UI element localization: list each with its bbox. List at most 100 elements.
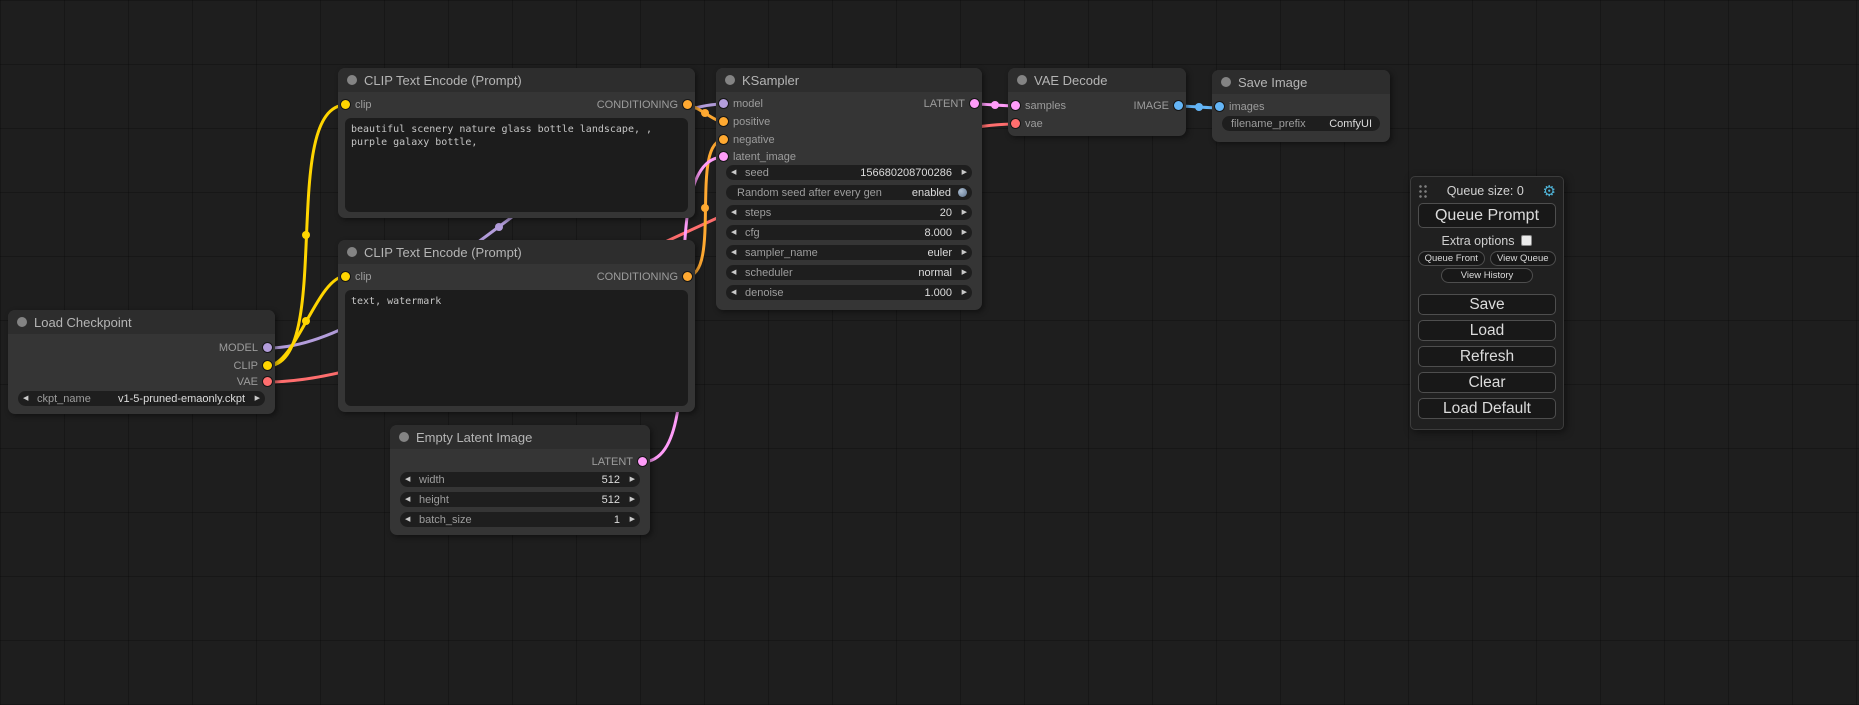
settings-gear-icon[interactable]: ⚙ — [1543, 184, 1556, 199]
prev-arrow-icon[interactable]: ◀ — [731, 285, 743, 300]
prev-arrow-icon[interactable]: ◀ — [23, 391, 35, 406]
link-positive-midpoint-dot — [701, 109, 709, 117]
widget-label: height — [419, 494, 449, 506]
load-default-button[interactable]: Load Default — [1418, 398, 1556, 419]
link-clip-negative-midpoint-dot — [302, 317, 310, 325]
node-load-checkpoint[interactable]: Load Checkpoint MODEL CLIP VAE ◀ ckpt_na… — [8, 310, 275, 414]
input-slot-vae[interactable] — [1011, 119, 1020, 128]
ckpt-name-widget[interactable]: ◀ ckpt_name v1-5-pruned-emaonly.ckpt ▶ — [18, 391, 265, 406]
output-slot-image[interactable] — [1174, 101, 1183, 110]
prev-arrow-icon[interactable]: ◀ — [731, 165, 743, 180]
input-slot-negative[interactable] — [719, 135, 728, 144]
collapse-dot-icon[interactable] — [1017, 75, 1027, 85]
height-widget[interactable]: ◀ height 512 ▶ — [400, 492, 640, 507]
random-seed-toggle-widget[interactable]: Random seed after every gen enabled — [726, 185, 972, 200]
node-clip-text-encode-negative[interactable]: CLIP Text Encode (Prompt) clip CONDITION… — [338, 240, 695, 412]
menu-header: Queue size: 0 ⚙ — [1418, 182, 1556, 200]
input-slot-positive[interactable] — [719, 117, 728, 126]
prompt-textarea[interactable]: beautiful scenery nature glass bottle la… — [345, 118, 688, 212]
collapse-dot-icon[interactable] — [347, 75, 357, 85]
next-arrow-icon[interactable]: ▶ — [248, 391, 260, 406]
input-slot-model[interactable] — [719, 99, 728, 108]
prev-arrow-icon[interactable]: ◀ — [731, 265, 743, 280]
collapse-dot-icon[interactable] — [399, 432, 409, 442]
clear-button[interactable]: Clear — [1418, 372, 1556, 393]
node-ksampler[interactable]: KSampler model positive negative latent_… — [716, 68, 982, 310]
next-arrow-icon[interactable]: ▶ — [623, 512, 635, 527]
widget-value: 20 — [940, 207, 952, 219]
steps-widget[interactable]: ◀ steps 20 ▶ — [726, 205, 972, 220]
refresh-button[interactable]: Refresh — [1418, 346, 1556, 367]
view-queue-button[interactable]: View Queue — [1490, 251, 1557, 266]
node-titlebar[interactable]: VAE Decode — [1008, 68, 1186, 92]
output-slot-model[interactable] — [263, 343, 272, 352]
node-empty-latent-image[interactable]: Empty Latent Image LATENT ◀ width 512 ▶ … — [390, 425, 650, 535]
node-clip-text-encode-positive[interactable]: CLIP Text Encode (Prompt) clip CONDITION… — [338, 68, 695, 218]
output-slot-conditioning[interactable] — [683, 272, 692, 281]
node-vae-decode[interactable]: VAE Decode samples vae IMAGE — [1008, 68, 1186, 136]
node-title: CLIP Text Encode (Prompt) — [364, 245, 522, 260]
node-titlebar[interactable]: Empty Latent Image — [390, 425, 650, 449]
node-titlebar[interactable]: CLIP Text Encode (Prompt) — [338, 240, 695, 264]
node-titlebar[interactable]: CLIP Text Encode (Prompt) — [338, 68, 695, 92]
node-titlebar[interactable]: Load Checkpoint — [8, 310, 275, 334]
next-arrow-icon[interactable]: ▶ — [955, 265, 967, 280]
node-titlebar[interactable]: KSampler — [716, 68, 982, 92]
input-slot-images[interactable] — [1215, 102, 1224, 111]
width-widget[interactable]: ◀ width 512 ▶ — [400, 472, 640, 487]
collapse-dot-icon[interactable] — [725, 75, 735, 85]
collapse-dot-icon[interactable] — [1221, 77, 1231, 87]
denoise-widget[interactable]: ◀ denoise 1.000 ▶ — [726, 285, 972, 300]
view-history-button[interactable]: View History — [1441, 268, 1533, 283]
node-titlebar[interactable]: Save Image — [1212, 70, 1390, 94]
seed-widget[interactable]: ◀ seed 156680208700286 ▶ — [726, 165, 972, 180]
save-button[interactable]: Save — [1418, 294, 1556, 315]
input-slot-clip[interactable] — [341, 100, 350, 109]
output-label-clip: CLIP — [234, 359, 258, 373]
next-arrow-icon[interactable]: ▶ — [955, 165, 967, 180]
next-arrow-icon[interactable]: ▶ — [623, 492, 635, 507]
output-slot-vae[interactable] — [263, 377, 272, 386]
load-button[interactable]: Load — [1418, 320, 1556, 341]
widget-label: denoise — [745, 287, 784, 299]
toggle-indicator-icon[interactable] — [958, 188, 967, 197]
batch-size-widget[interactable]: ◀ batch_size 1 ▶ — [400, 512, 640, 527]
input-slot-latent-image[interactable] — [719, 152, 728, 161]
cfg-widget[interactable]: ◀ cfg 8.000 ▶ — [726, 225, 972, 240]
extra-options-checkbox[interactable] — [1521, 235, 1532, 246]
queue-front-button[interactable]: Queue Front — [1418, 251, 1485, 266]
prev-arrow-icon[interactable]: ◀ — [405, 492, 417, 507]
drag-handle[interactable] — [1418, 184, 1428, 198]
widget-label: cfg — [745, 227, 760, 239]
next-arrow-icon[interactable]: ▶ — [955, 285, 967, 300]
input-label-clip: clip — [355, 98, 372, 112]
comfy-menu-panel: Queue size: 0 ⚙ Queue Prompt Extra optio… — [1410, 176, 1564, 430]
prev-arrow-icon[interactable]: ◀ — [405, 472, 417, 487]
node-save-image[interactable]: Save Image images filename_prefix ComfyU… — [1212, 70, 1390, 142]
queue-prompt-button[interactable]: Queue Prompt — [1418, 203, 1556, 228]
output-slot-clip[interactable] — [263, 361, 272, 370]
prev-arrow-icon[interactable]: ◀ — [731, 245, 743, 260]
next-arrow-icon[interactable]: ▶ — [955, 225, 967, 240]
collapse-dot-icon[interactable] — [17, 317, 27, 327]
next-arrow-icon[interactable]: ▶ — [955, 205, 967, 220]
sampler-name-widget[interactable]: ◀ sampler_name euler ▶ — [726, 245, 972, 260]
input-slot-clip[interactable] — [341, 272, 350, 281]
output-slot-latent[interactable] — [638, 457, 647, 466]
next-arrow-icon[interactable]: ▶ — [955, 245, 967, 260]
scheduler-widget[interactable]: ◀ scheduler normal ▶ — [726, 265, 972, 280]
prev-arrow-icon[interactable]: ◀ — [731, 225, 743, 240]
input-slot-samples[interactable] — [1011, 101, 1020, 110]
prev-arrow-icon[interactable]: ◀ — [731, 205, 743, 220]
graph-canvas[interactable]: Load Checkpoint MODEL CLIP VAE ◀ ckpt_na… — [0, 0, 1859, 705]
filename-prefix-widget[interactable]: filename_prefix ComfyUI — [1222, 116, 1380, 131]
widget-label: steps — [745, 207, 771, 219]
prev-arrow-icon[interactable]: ◀ — [405, 512, 417, 527]
next-arrow-icon[interactable]: ▶ — [623, 472, 635, 487]
widget-label: ckpt_name — [37, 393, 91, 405]
output-slot-conditioning[interactable] — [683, 100, 692, 109]
prompt-textarea[interactable]: text, watermark — [345, 290, 688, 406]
output-slot-latent[interactable] — [970, 99, 979, 108]
collapse-dot-icon[interactable] — [347, 247, 357, 257]
output-label-model: MODEL — [219, 341, 258, 355]
